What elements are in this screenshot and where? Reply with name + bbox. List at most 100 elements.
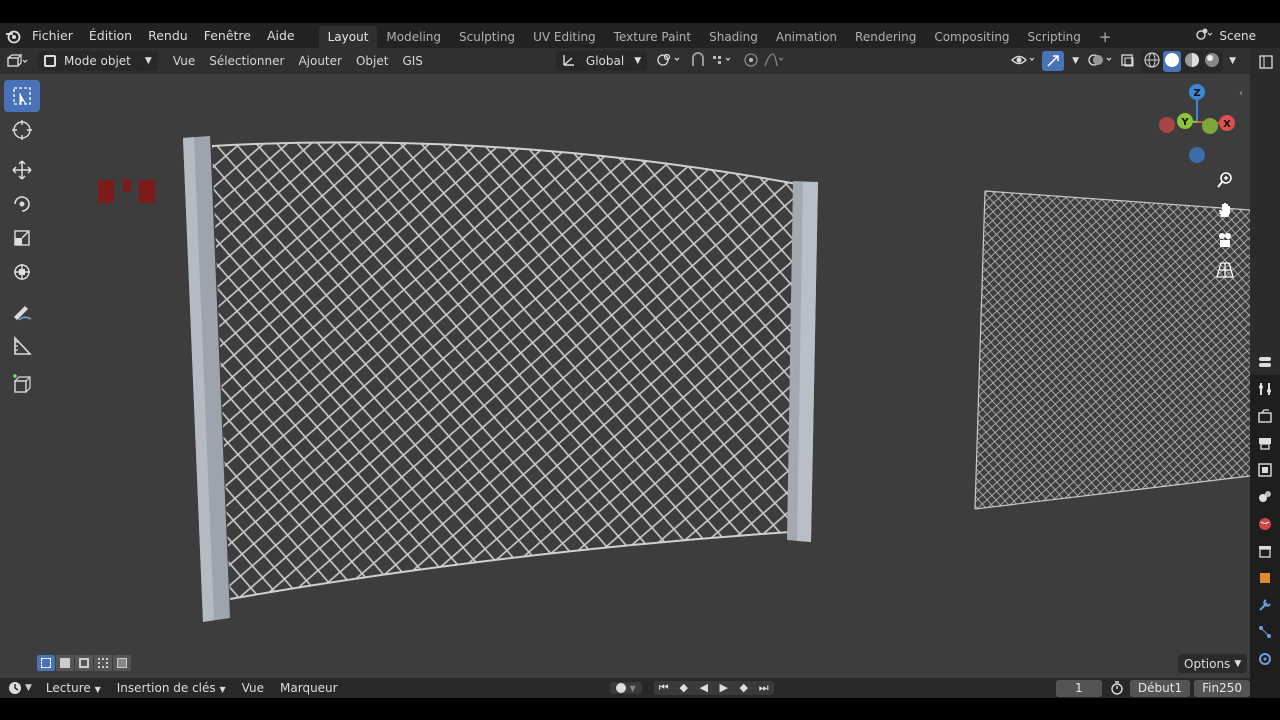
falloff-icon[interactable] [763,52,787,71]
xray-icon[interactable] [1119,52,1137,71]
menu-render[interactable]: Rendu [140,23,196,48]
perspective-grid-icon[interactable] [1211,256,1239,284]
menu-file[interactable]: Fichier [24,23,81,48]
jump-end-icon[interactable]: ⏭ [754,681,774,695]
tool-shelf [4,80,44,402]
render-properties-icon[interactable] [1250,402,1280,429]
snap-target-icon[interactable] [711,52,737,71]
add-cube-tool[interactable] [4,368,40,400]
chevron-down-icon[interactable]: ▼ [1227,56,1238,66]
tab-modeling[interactable]: Modeling [377,26,450,48]
stopwatch-icon[interactable] [1110,681,1124,695]
menu-object[interactable]: Objet [349,54,395,68]
tab-rendering[interactable]: Rendering [846,26,925,48]
marker-menu[interactable]: Marqueur [272,681,346,695]
scale-tool[interactable] [4,222,40,254]
scene-canvas: Z Y X [98,84,1250,622]
timeline-editor-icon[interactable]: ▼ [0,681,38,695]
tab-texture-paint[interactable]: Texture Paint [605,26,700,48]
scene-selector[interactable]: Scene [1195,23,1270,48]
select-difference-icon[interactable] [94,655,112,671]
end-value: 250 [1219,681,1242,695]
menu-view[interactable]: Vue [166,54,202,68]
add-workspace-button[interactable]: + [1090,26,1121,48]
timeline-view-menu[interactable]: Vue [234,681,272,695]
solid-shading-icon[interactable] [1163,50,1182,72]
transform-tool[interactable] [4,256,40,288]
overlay-icon[interactable] [1087,52,1115,71]
measure-tool[interactable] [4,330,40,362]
menu-select[interactable]: Sélectionner [202,54,291,68]
menu-add[interactable]: Ajouter [291,54,349,68]
object-properties-icon[interactable] [1250,564,1280,591]
tab-scripting[interactable]: Scripting [1019,26,1090,48]
sidebar-toggle-icon[interactable] [1258,54,1280,73]
next-keyframe-icon[interactable]: ◆ [734,681,754,695]
modifier-properties-icon[interactable] [1250,591,1280,618]
3d-viewport[interactable]: Z Y X ‹ [0,74,1250,678]
select-intersect-icon[interactable] [113,655,131,671]
world-properties-icon[interactable] [1250,510,1280,537]
tab-sculpting[interactable]: Sculpting [450,26,524,48]
start-label: Début [1137,681,1175,695]
tab-shading[interactable]: Shading [700,26,767,48]
playback-menu[interactable]: Lecture ▼ [38,681,109,695]
menu-window[interactable]: Fenêtre [196,23,259,48]
jump-start-icon[interactable]: ⏮ [654,681,674,695]
mode-dropdown[interactable]: Mode objet ▼ [38,51,158,71]
camera-view-icon[interactable] [1211,226,1239,254]
snap-icon[interactable] [689,51,707,71]
collection-properties-icon[interactable] [1250,537,1280,564]
output-properties-icon[interactable] [1250,429,1280,456]
properties-toggle-icon[interactable] [1250,348,1280,375]
start-frame-field[interactable]: Début 1 [1129,679,1191,697]
select-new-icon[interactable] [37,655,55,671]
select-extend-icon[interactable] [56,655,74,671]
annotate-tool[interactable] [4,296,40,328]
physics-properties-icon[interactable] [1250,645,1280,672]
fence-mesh-secondary[interactable] [974,190,1250,510]
particles-properties-icon[interactable] [1250,618,1280,645]
navigation-gizmo[interactable]: Z Y X [1159,84,1235,163]
fence-mesh[interactable] [211,141,798,600]
proportional-edit-icon[interactable] [743,52,759,71]
tab-layout[interactable]: Layout [318,26,378,48]
keying-menu[interactable]: Insertion de clés ▼ [109,681,234,695]
end-frame-field[interactable]: Fin 250 [1194,679,1250,697]
menu-help[interactable]: Aide [259,23,303,48]
menu-edit[interactable]: Édition [81,23,140,48]
gizmo-toggle-icon[interactable] [1042,51,1065,71]
cursor-tool[interactable] [4,114,40,146]
material-shading-icon[interactable] [1183,51,1201,72]
scene-properties-icon[interactable] [1250,483,1280,510]
wireframe-shading-icon[interactable] [1143,51,1161,72]
select-subtract-icon[interactable] [75,655,93,671]
blender-logo-icon[interactable] [2,23,24,48]
menu-gis[interactable]: GIS [395,54,429,68]
view-layer-icon[interactable] [1250,456,1280,483]
tab-uv-editing[interactable]: UV Editing [524,26,605,48]
orientation-dropdown[interactable]: Global ▼ [555,51,648,71]
current-frame-field[interactable]: 1 [1055,679,1102,697]
collapse-arrow-icon[interactable]: ‹ [1239,88,1243,99]
tab-compositing[interactable]: Compositing [925,26,1018,48]
editor-type-icon[interactable] [0,54,34,68]
mode-label: Mode objet [64,54,131,68]
play-icon[interactable]: ▶ [714,681,734,695]
move-tool[interactable] [4,154,40,186]
select-box-tool[interactable] [4,80,40,112]
tool-settings-icon[interactable] [1250,375,1280,402]
pan-hand-icon[interactable] [1211,196,1239,224]
chevron-down-icon[interactable]: ▼ [1068,56,1083,66]
visibility-icon[interactable] [1010,52,1038,71]
zoom-icon[interactable] [1211,166,1239,194]
rotate-tool[interactable] [4,188,40,220]
prev-keyframe-icon[interactable]: ◆ [674,681,694,695]
play-reverse-icon[interactable]: ◀ [694,681,714,695]
red-markers [98,179,155,203]
rendered-shading-icon[interactable] [1203,51,1221,72]
options-dropdown[interactable]: Options ▼ [1178,654,1248,673]
tab-animation[interactable]: Animation [767,26,846,48]
record-icon[interactable]: ▼ [609,682,642,694]
pivot-icon[interactable] [655,52,685,71]
